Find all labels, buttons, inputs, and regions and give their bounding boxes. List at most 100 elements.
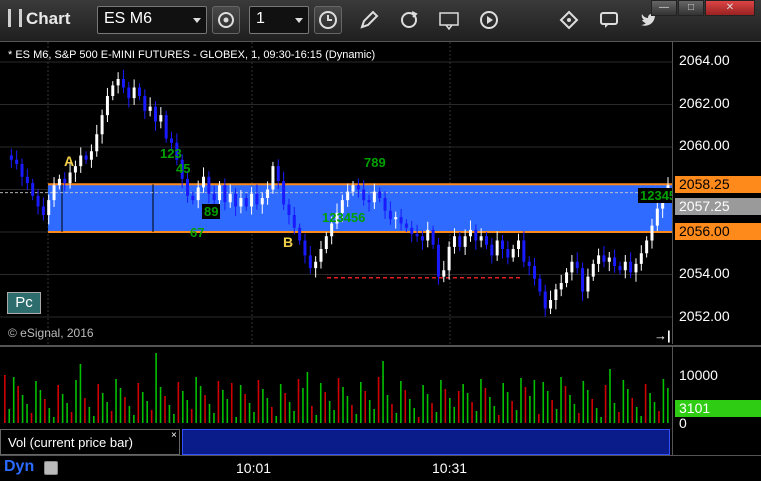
candle-body xyxy=(634,263,638,273)
volume-bar xyxy=(315,415,318,423)
sequence-count-label: 12345 xyxy=(640,188,672,203)
refresh-icon[interactable] xyxy=(398,9,420,31)
volume-bar xyxy=(618,412,620,423)
volume-bar xyxy=(351,405,353,423)
volume-bar xyxy=(364,391,367,423)
candle-body xyxy=(346,191,350,201)
chevron-down-icon xyxy=(295,18,303,23)
dyn-label[interactable]: Dyn xyxy=(4,458,34,476)
candle-body xyxy=(186,178,190,196)
volume-bar xyxy=(93,416,95,423)
interval-select[interactable]: 1 xyxy=(249,6,309,34)
volume-bar xyxy=(88,407,91,423)
volume-bar xyxy=(506,392,509,423)
play-icon[interactable] xyxy=(478,9,500,31)
pause-icon[interactable] xyxy=(8,9,22,27)
volume-bar xyxy=(177,382,180,423)
volume-bar xyxy=(75,380,77,423)
candle-body xyxy=(36,195,40,207)
volume-bar xyxy=(600,417,602,423)
volume-bar xyxy=(79,364,82,423)
candle-body xyxy=(490,244,494,256)
candle-body xyxy=(484,236,488,245)
symbol-select[interactable]: ES M6 xyxy=(97,6,207,34)
volume-bar xyxy=(159,387,162,423)
volume-bar xyxy=(222,390,224,423)
candle-body xyxy=(132,87,136,99)
price-tick: 2052.00 xyxy=(679,308,730,324)
volume-chart-canvas xyxy=(4,353,669,423)
candle-body xyxy=(474,229,478,241)
volume-bar xyxy=(342,387,344,423)
volume-bar xyxy=(337,378,340,423)
price-label-lower: 2056.00 xyxy=(675,223,761,240)
price-axis[interactable]: 2064.00 2062.00 2060.00 2054.00 2052.00 … xyxy=(672,42,761,344)
clock-button[interactable] xyxy=(314,6,342,34)
candle-body xyxy=(319,249,323,262)
volume-bar xyxy=(511,401,513,423)
candle-body xyxy=(164,115,168,139)
minimize-button[interactable]: — xyxy=(651,0,677,16)
volume-bar xyxy=(640,416,642,423)
volume-bar xyxy=(395,413,398,423)
volume-bar xyxy=(426,394,429,423)
volume-bar xyxy=(288,402,291,423)
pc-badge[interactable]: Pc xyxy=(7,292,41,314)
candle-body xyxy=(436,244,440,277)
volume-bar xyxy=(480,379,482,423)
candle-body xyxy=(260,198,264,205)
volume-bar xyxy=(39,390,42,423)
volume-bar xyxy=(422,385,424,423)
volume-bar xyxy=(101,393,104,423)
volume-bar xyxy=(204,395,206,423)
volume-bar xyxy=(190,409,193,423)
price-label-upper: 2058.25 xyxy=(675,176,761,193)
settings-gear-button[interactable] xyxy=(212,6,240,34)
candle-body xyxy=(501,240,504,249)
candle-body xyxy=(202,176,206,188)
volume-bar xyxy=(226,399,229,423)
volume-pane[interactable]: Vol (current price bar) × xyxy=(0,345,672,455)
candle-body xyxy=(586,276,590,292)
comment-icon[interactable] xyxy=(598,9,620,31)
get-icon[interactable] xyxy=(438,9,460,31)
candle-body xyxy=(468,229,472,237)
pencil-icon[interactable] xyxy=(358,9,380,31)
candle-body xyxy=(303,240,307,256)
volume-bar xyxy=(199,386,202,423)
candle-body xyxy=(431,229,435,245)
volume-bar xyxy=(502,383,504,423)
close-icon[interactable]: × xyxy=(171,430,177,441)
candle-body xyxy=(9,155,13,160)
volume-bar xyxy=(155,353,157,423)
scroll-to-end-icon[interactable]: →| xyxy=(654,328,671,343)
volume-bar xyxy=(515,410,518,423)
volume-axis[interactable]: 10000 0 3101 xyxy=(672,345,761,455)
lock-icon[interactable] xyxy=(44,461,58,475)
volume-bar xyxy=(413,408,415,423)
candle-body xyxy=(591,263,595,277)
candle-body xyxy=(148,106,152,111)
candle-body xyxy=(31,183,35,196)
time-axis[interactable]: Dyn 10:01 10:31 xyxy=(0,455,761,481)
copyright-text: © eSignal, 2016 xyxy=(8,326,94,340)
volume-bar xyxy=(26,404,28,423)
volume-bar xyxy=(97,384,100,423)
candle-body xyxy=(250,193,254,207)
sequence-count-label: 123456 xyxy=(322,210,365,225)
volume-bar xyxy=(400,381,402,423)
volume-bar xyxy=(328,401,331,423)
volume-bar xyxy=(538,414,540,423)
close-button[interactable]: ✕ xyxy=(705,0,755,16)
volume-bar xyxy=(489,397,491,423)
candle-body xyxy=(89,151,93,160)
volume-bar xyxy=(484,388,487,423)
candle-body xyxy=(15,159,19,164)
volume-legend[interactable]: Vol (current price bar) xyxy=(0,429,180,455)
diamond-tool-icon[interactable] xyxy=(558,9,580,31)
volume-bar xyxy=(635,407,638,423)
volume-bar xyxy=(613,403,616,423)
price-chart-pane[interactable]: A B 12345 8967 123456 789 12345 * ES M6, S&P 5… xyxy=(0,42,672,344)
volume-bar xyxy=(164,396,166,423)
maximize-button[interactable]: □ xyxy=(678,0,704,16)
